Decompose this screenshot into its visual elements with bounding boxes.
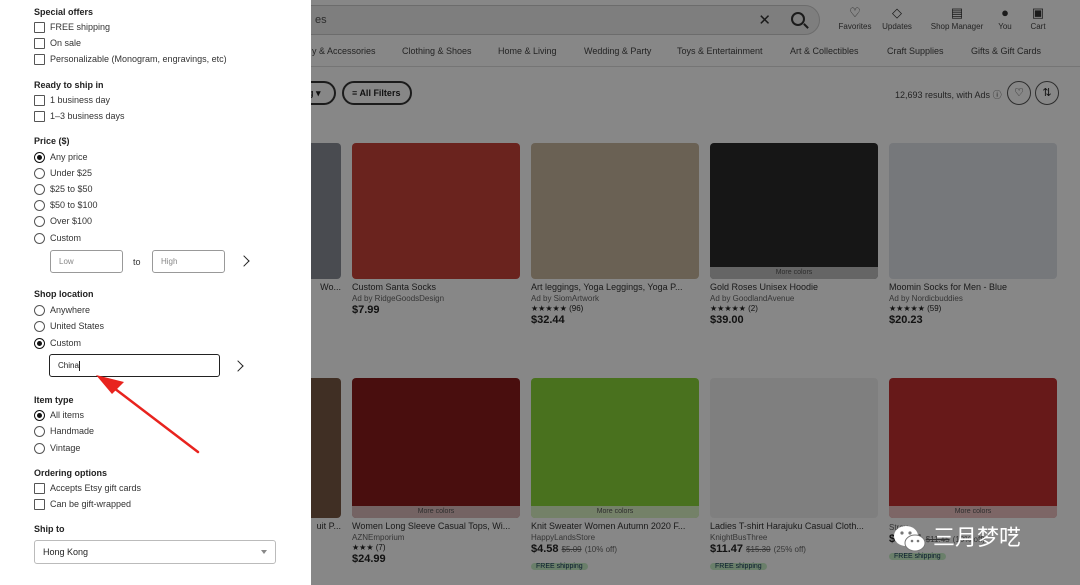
shop-location-heading: Shop location [34,289,94,299]
shop-location-input[interactable]: China [49,354,220,377]
radio[interactable] [34,305,45,316]
ship-to-heading: Ship to [34,524,65,534]
checkbox[interactable] [34,111,45,122]
wechat-logo-icon [893,524,927,554]
special-offers-heading: Special offers [34,7,94,17]
radio[interactable] [34,200,45,211]
checkbox[interactable] [34,95,45,106]
radio-selected[interactable] [34,338,45,349]
ready-to-ship-heading: Ready to ship in [34,80,104,90]
ordering-options-heading: Ordering options [34,468,107,478]
radio[interactable] [34,216,45,227]
chevron-right-icon[interactable] [232,359,246,373]
ship-to-select[interactable]: Hong Kong [34,540,276,564]
price-high-input[interactable]: High [152,250,225,273]
text-cursor [78,360,80,371]
radio[interactable] [34,321,45,332]
price-heading: Price ($) [34,136,70,146]
radio[interactable] [34,426,45,437]
checkbox[interactable] [34,483,45,494]
chevron-down-icon [261,550,267,554]
price-to-label: to [133,257,141,267]
item-type-heading: Item type [34,395,74,405]
checkbox[interactable] [34,54,45,65]
radio[interactable] [34,233,45,244]
radio-selected[interactable] [34,152,45,163]
chevron-right-icon[interactable] [238,254,252,268]
checkbox[interactable] [34,499,45,510]
radio[interactable] [34,184,45,195]
filter-panel: Special offers FREE shipping On sale Per… [0,0,311,585]
checkbox[interactable] [34,38,45,49]
radio[interactable] [34,168,45,179]
checkbox[interactable] [34,22,45,33]
radio[interactable] [34,443,45,454]
watermark: 三月梦呓 [893,520,1021,554]
radio-selected[interactable] [34,410,45,421]
price-low-input[interactable]: Low [50,250,123,273]
